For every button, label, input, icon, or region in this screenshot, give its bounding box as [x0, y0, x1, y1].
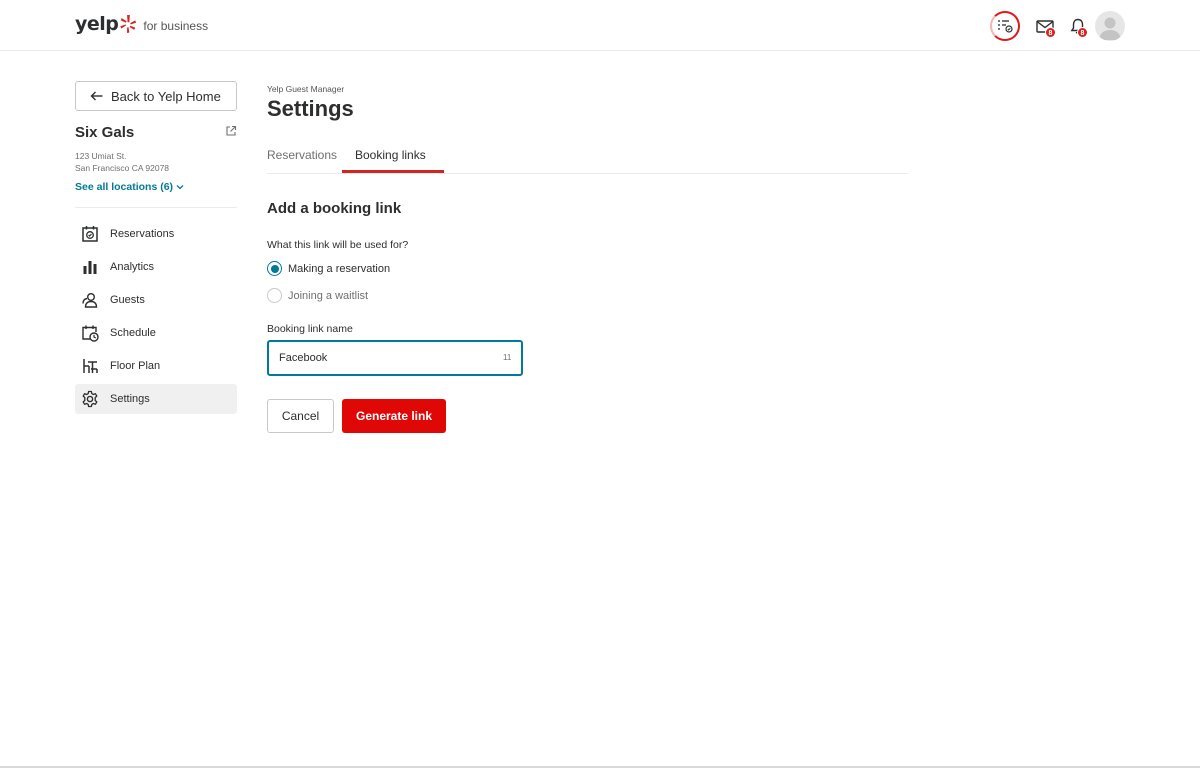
avatar[interactable] [1095, 11, 1125, 41]
sidebar-item-label: Floor Plan [110, 360, 161, 372]
sidebar-item-label: Schedule [110, 327, 156, 339]
arrow-left-icon [90, 91, 103, 101]
sidebar-item-label: Guests [110, 294, 145, 306]
yelp-for-business-logo[interactable]: yelp for business [75, 14, 208, 34]
calendar-check-icon [80, 224, 100, 244]
notification-badge: 8 [1077, 27, 1088, 38]
generate-link-button[interactable]: Generate link [342, 399, 446, 433]
business-address-line2: San Francisco CA 92078 [75, 163, 170, 173]
link-usage-question: What this link will be used for? [267, 239, 409, 251]
see-all-locations-link[interactable]: See all locations (6) [75, 181, 184, 193]
user-avatar-icon [1099, 17, 1121, 40]
tab-reservations[interactable]: Reservations [267, 148, 337, 174]
sidebar-item-analytics[interactable]: Analytics [75, 252, 237, 282]
booking-link-name-label: Booking link name [267, 323, 353, 335]
settings-tabs: Reservations Booking links [267, 140, 908, 174]
back-button-label: Back to Yelp Home [111, 88, 221, 104]
sidebar-item-label: Analytics [110, 261, 155, 273]
section-heading: Add a booking link [267, 200, 402, 217]
radio-button-unchecked[interactable] [267, 288, 282, 303]
radio-button-checked[interactable] [267, 261, 282, 276]
bar-chart-icon [80, 257, 100, 277]
back-to-yelp-home-button[interactable]: Back to Yelp Home [75, 81, 237, 111]
cancel-button[interactable]: Cancel [267, 399, 334, 433]
see-all-locations-label: See all locations (6) [75, 181, 174, 193]
guest-manager-icon [990, 11, 1020, 41]
guest-manager-button[interactable] [989, 10, 1021, 42]
floor-plan-icon [80, 356, 100, 376]
option-label: Joining a waitlist [288, 289, 369, 302]
top-bar: yelp for business 8 8 [0, 0, 1200, 51]
schedule-icon [80, 323, 100, 343]
mail-badge: 8 [1045, 27, 1056, 38]
page-title: Settings [267, 96, 354, 121]
option-making-reservation[interactable]: Making a reservation [267, 261, 390, 276]
messages-button[interactable]: 8 [1029, 10, 1061, 42]
sidebar-item-reservations[interactable]: Reservations [75, 219, 237, 249]
sidebar-item-label: Settings [110, 393, 150, 405]
yelp-wordmark: yelp [75, 13, 119, 35]
chevron-down-icon [176, 185, 184, 190]
gear-icon [80, 389, 100, 409]
business-name: Six Gals [75, 124, 135, 141]
sidebar-divider [75, 207, 237, 208]
sidebar-item-floor-plan[interactable]: Floor Plan [75, 351, 237, 381]
business-address-line1: 123 Umiat St. [75, 151, 127, 161]
for-business-label: for business [143, 19, 209, 33]
booking-link-name-input[interactable] [267, 340, 523, 376]
guests-icon [80, 290, 100, 310]
sidebar-item-label: Reservations [110, 228, 175, 240]
sidebar-item-settings[interactable]: Settings [75, 384, 237, 414]
sidebar-item-schedule[interactable]: Schedule [75, 318, 237, 348]
product-eyebrow: Yelp Guest Manager [267, 84, 345, 94]
external-link-icon[interactable] [225, 125, 237, 137]
sidebar-item-guests[interactable]: Guests [75, 285, 237, 315]
character-count: 11 [503, 353, 512, 362]
option-label: Making a reservation [288, 262, 391, 275]
yelp-burst-icon [120, 15, 137, 33]
notifications-button[interactable]: 8 [1062, 10, 1094, 42]
option-joining-waitlist[interactable]: Joining a waitlist [267, 288, 368, 303]
active-tab-indicator [342, 170, 444, 173]
